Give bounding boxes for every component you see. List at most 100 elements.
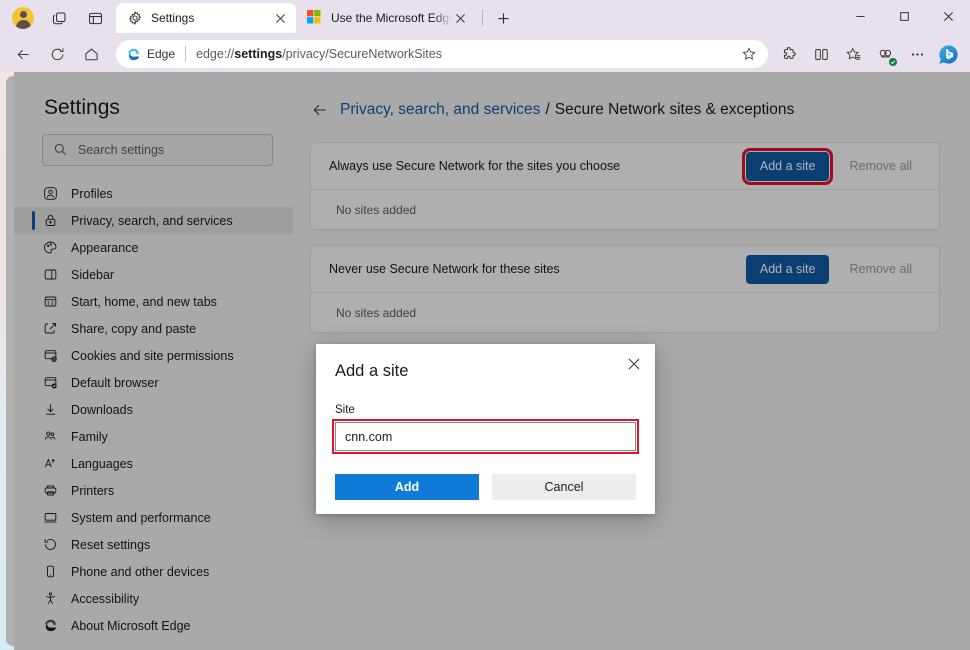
navigation-toolbar: Edge edge://settings/privacy/SecureNetwo… [0,36,970,72]
section-never-use-secure-network: Never use Secure Network for these sites… [310,245,940,333]
sidebar-item-start-home-new-tabs[interactable]: Start, home, and new tabs [14,288,293,315]
language-icon [42,455,59,472]
tab-edge-secure-network[interactable]: Use the Microsoft Edge Secure N [296,3,476,33]
sidebar-item-label: About Microsoft Edge [71,619,191,633]
close-icon[interactable] [926,0,970,32]
close-icon[interactable] [452,10,468,26]
sidebar-item-label: Start, home, and new tabs [71,295,217,309]
breadcrumb-separator: / [545,101,549,119]
sidebar-item-label: Profiles [71,187,113,201]
section-title: Never use Secure Network for these sites [329,262,560,276]
sidebar-item-about-microsoft-edge[interactable]: About Microsoft Edge [14,612,293,639]
dialog-title: Add a site [335,344,636,381]
section-actions: Add a site Remove all [746,152,924,181]
sidebar-item-downloads[interactable]: Downloads [14,396,293,423]
sidebar-item-printers[interactable]: Printers [14,477,293,504]
tab-settings[interactable]: Settings [116,3,296,33]
remove-all-button[interactable]: Remove all [837,152,924,181]
sidebar-item-label: Phone and other devices [71,565,209,579]
sidebar-item-sidebar[interactable]: Sidebar [14,261,293,288]
add-favorite-icon[interactable] [838,39,868,69]
sidebar-item-label: Downloads [71,403,133,417]
edge-logo-icon [126,47,141,62]
sidebar-item-default-browser[interactable]: Default browser [14,369,293,396]
page-title: Settings [14,90,293,134]
sidebar-item-family[interactable]: Family [14,423,293,450]
site-field-label: Site [335,404,636,416]
extensions-icon[interactable] [774,39,804,69]
sidebar-item-share-copy-paste[interactable]: Share, copy and paste [14,315,293,342]
edge-identity-chip: Edge [126,47,175,62]
home-icon[interactable] [76,39,106,69]
sidebar-item-label: Accessibility [71,592,139,606]
search-icon [53,142,69,158]
monitor-icon [42,509,59,526]
search-wrapper: Search settings [14,134,293,166]
settings-sidebar: Settings Search settings [14,72,293,650]
search-placeholder: Search settings [78,143,164,157]
profile-avatar-button[interactable] [8,4,38,32]
sidebar-item-label: Languages [71,457,133,471]
minimize-icon[interactable] [838,0,882,32]
page-scroll-edge [6,76,14,646]
breadcrumb-current: Secure Network sites & exceptions [555,101,795,119]
back-arrow-icon[interactable] [310,100,330,120]
back-icon[interactable] [8,39,38,69]
search-input[interactable]: Search settings [42,134,273,166]
remove-all-button[interactable]: Remove all [837,255,924,284]
section-title: Always use Secure Network for the sites … [329,159,620,173]
sidebar-item-phone-other-devices[interactable]: Phone and other devices [14,558,293,585]
maximize-icon[interactable] [882,0,926,32]
bing-copilot-icon[interactable] [934,40,962,68]
default-browser-icon [42,374,59,391]
collections-icon[interactable] [870,39,900,69]
sidebar-item-label: Cookies and site permissions [71,349,234,363]
add-a-site-button[interactable]: Add a site [746,255,830,284]
cancel-button[interactable]: Cancel [492,474,636,500]
toolbar-right-icons [774,39,962,69]
site-input[interactable]: cnn.com [335,422,636,451]
close-icon[interactable] [272,10,288,26]
sidebar-item-profiles[interactable]: Profiles [14,180,293,207]
close-icon[interactable] [621,351,647,377]
vertical-tabs-icon[interactable] [80,4,110,32]
add-button[interactable]: Add [335,474,479,500]
sidebar-item-accessibility[interactable]: Accessibility [14,585,293,612]
window-icon [42,293,59,310]
sidebar-item-appearance[interactable]: Appearance [14,234,293,261]
accessibility-icon [42,590,59,607]
address-bar[interactable]: Edge edge://settings/privacy/SecureNetwo… [116,40,768,68]
sidebar-item-languages[interactable]: Languages [14,450,293,477]
printer-icon [42,482,59,499]
section-actions: Add a site Remove all [746,255,924,284]
sidebar-item-label: System and performance [71,511,211,525]
new-tab-button[interactable] [489,4,517,32]
sidebar-item-privacy-search-services[interactable]: Privacy, search, and services [14,207,293,234]
sidebar-item-cookies-site-permissions[interactable]: Cookies and site permissions [14,342,293,369]
tab-strip: Settings Use the Microsoft Edge Secure N [116,3,517,33]
add-a-site-dialog: Add a site Site cnn.com Add Cancel [316,344,655,514]
section-header-row: Never use Secure Network for these sites… [311,246,939,292]
sidebar-item-reset-settings[interactable]: Reset settings [14,531,293,558]
refresh-icon[interactable] [42,39,72,69]
edge-logo-icon [42,617,59,634]
sidebar-item-system-performance[interactable]: System and performance [14,504,293,531]
more-settings-icon[interactable] [902,39,932,69]
download-icon [42,401,59,418]
settings-nav-list: Profiles Privacy, search, and services [14,180,293,639]
sidebar-item-label: Default browser [71,376,159,390]
split-screen-icon[interactable] [806,39,836,69]
share-icon [42,320,59,337]
palette-icon [42,239,59,256]
star-icon[interactable] [736,41,762,67]
family-icon [42,428,59,445]
section-always-use-secure-network: Always use Secure Network for the sites … [310,142,940,230]
sidebar-item-label: Sidebar [71,268,114,282]
sidebar-item-label: Reset settings [71,538,150,552]
edge-label: Edge [147,47,175,61]
add-a-site-button[interactable]: Add a site [746,152,830,181]
tab-actions-icon[interactable] [44,4,74,32]
empty-state-text: No sites added [311,189,939,229]
sidebar-item-label: Share, copy and paste [71,322,196,336]
breadcrumb-parent-link[interactable]: Privacy, search, and services [340,101,540,119]
